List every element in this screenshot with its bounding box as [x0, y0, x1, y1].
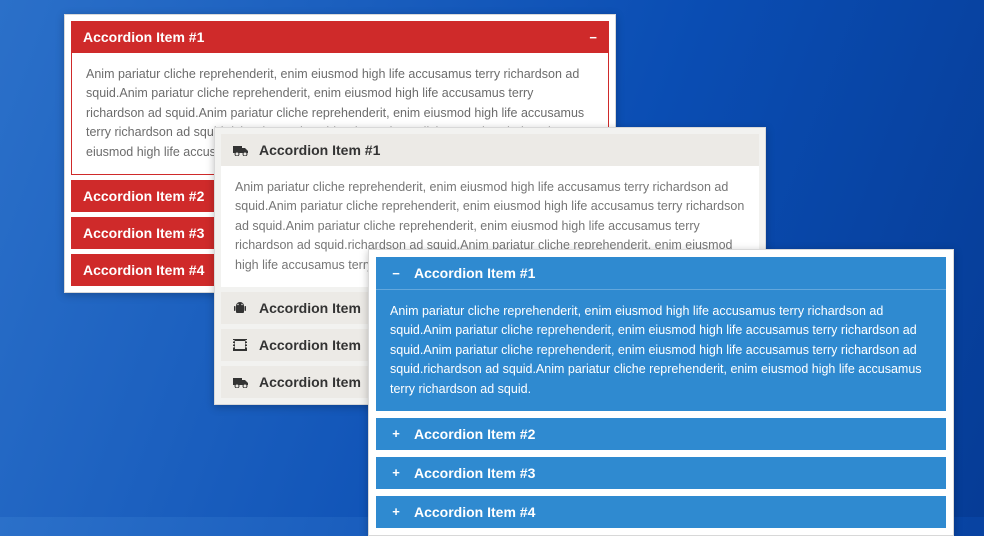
accordion-header-1[interactable]: − Accordion Item #1 — [376, 257, 946, 289]
accordion-header-3[interactable]: + Accordion Item #3 — [376, 457, 946, 489]
minus-icon: − — [589, 30, 597, 45]
accordion-header-2[interactable]: + Accordion Item #2 — [376, 418, 946, 450]
accordion-header-4[interactable]: + Accordion Item #4 — [376, 496, 946, 528]
accordion-panel-blue: − Accordion Item #1 Anim pariatur cliche… — [368, 249, 954, 536]
accordion-header-1[interactable]: Accordion Item #1 − — [71, 21, 609, 53]
accordion-body: Anim pariatur cliche reprehenderit, enim… — [376, 289, 946, 411]
plus-icon: + — [388, 465, 404, 480]
minus-icon: − — [388, 266, 404, 281]
film-icon — [233, 339, 249, 351]
truck-icon — [233, 144, 249, 156]
accordion-title: Accordion Item #1 — [414, 265, 934, 281]
truck-icon — [233, 376, 249, 388]
accordion-item: − Accordion Item #1 Anim pariatur cliche… — [375, 256, 947, 412]
accordion-title: Accordion Item #1 — [83, 29, 581, 45]
accordion-header-1[interactable]: Accordion Item #1 — [221, 134, 759, 166]
accordion-title: Accordion Item #3 — [414, 465, 934, 481]
accordion-title: Accordion Item #1 — [259, 142, 747, 158]
plus-icon: + — [388, 426, 404, 441]
plus-icon: + — [388, 504, 404, 519]
accordion-title: Accordion Item #2 — [414, 426, 934, 442]
accordion-title: Accordion Item #4 — [414, 504, 934, 520]
android-icon — [233, 301, 249, 315]
